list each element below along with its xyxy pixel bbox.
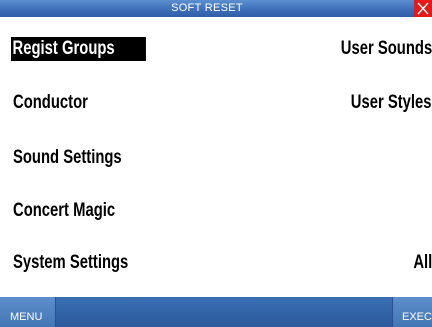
reset-item-conductor[interactable]: Conductor [13,91,88,115]
title-bar: SOFT RESET [0,0,432,17]
soft-key-bar: MENU EXEC [0,297,432,327]
reset-item-all[interactable]: All [413,251,432,275]
soft-reset-screen: SOFT RESET Regist Groups Conductor Sound… [0,0,432,327]
reset-item-regist-groups[interactable]: Regist Groups [11,37,146,61]
page-title: SOFT RESET [171,2,243,14]
close-icon [417,2,429,15]
reset-item-user-sounds[interactable]: User Sounds [341,37,432,61]
menu-button[interactable]: MENU [0,297,56,327]
reset-item-sound-settings[interactable]: Sound Settings [13,146,122,170]
reset-item-concert-magic[interactable]: Concert Magic [13,199,115,223]
reset-item-system-settings[interactable]: System Settings [13,251,128,275]
exec-button[interactable]: EXEC [392,297,432,327]
reset-item-user-styles[interactable]: User Styles [351,91,432,115]
close-button[interactable] [414,0,432,17]
